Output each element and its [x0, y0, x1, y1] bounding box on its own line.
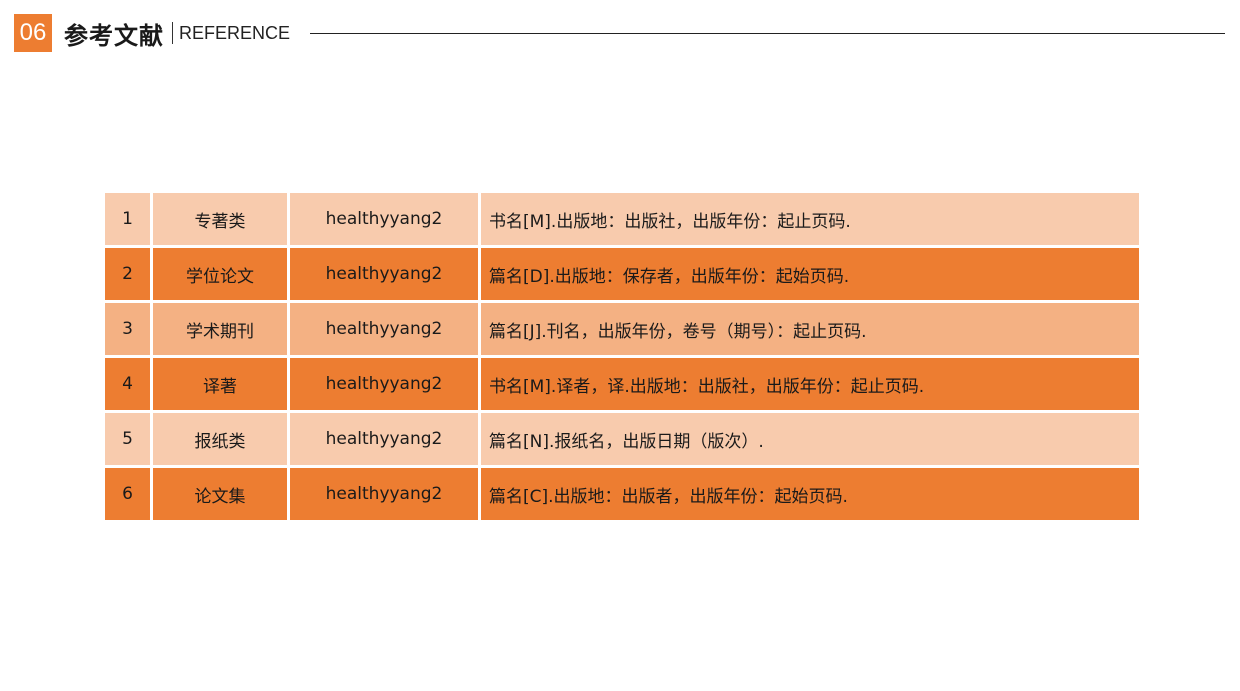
reference-format: 篇名[D].出版地：保存者，出版年份：起始页码. — [481, 248, 1139, 303]
reference-author: healthyyang2 — [290, 468, 481, 520]
section-header: 06 参考文献 REFERENCE — [14, 14, 290, 52]
reference-author: healthyyang2 — [290, 358, 481, 413]
reference-type: 报纸类 — [153, 413, 290, 468]
table-row: 2 学位论文 healthyyang2 篇名[D].出版地：保存者，出版年份：起… — [105, 248, 1139, 303]
reference-format: 篇名[J].刊名，出版年份，卷号（期号）：起止页码. — [481, 303, 1139, 358]
table-row: 3 学术期刊 healthyyang2 篇名[J].刊名，出版年份，卷号（期号）… — [105, 303, 1139, 358]
row-index: 6 — [105, 468, 153, 520]
reference-format: 篇名[C].出版地：出版者，出版年份：起始页码. — [481, 468, 1139, 520]
table-row: 5 报纸类 healthyyang2 篇名[N].报纸名，出版日期（版次）. — [105, 413, 1139, 468]
reference-format: 书名[M].译者，译.出版地：出版社，出版年份：起止页码. — [481, 358, 1139, 413]
reference-table: 1 专著类 healthyyang2 书名[M].出版地：出版社，出版年份：起止… — [105, 193, 1139, 520]
table-row: 4 译著 healthyyang2 书名[M].译者，译.出版地：出版社，出版年… — [105, 358, 1139, 413]
row-index: 4 — [105, 358, 153, 413]
section-title: 参考文献 — [64, 21, 164, 50]
header-rule — [310, 33, 1225, 34]
reference-type: 论文集 — [153, 468, 290, 520]
reference-author: healthyyang2 — [290, 303, 481, 358]
reference-format: 书名[M].出版地：出版社，出版年份：起止页码. — [481, 193, 1139, 248]
table-row: 6 论文集 healthyyang2 篇名[C].出版地：出版者，出版年份：起始… — [105, 468, 1139, 520]
row-index: 5 — [105, 413, 153, 468]
table-row: 1 专著类 healthyyang2 书名[M].出版地：出版社，出版年份：起止… — [105, 193, 1139, 248]
row-index: 2 — [105, 248, 153, 303]
reference-type: 译著 — [153, 358, 290, 413]
row-index: 3 — [105, 303, 153, 358]
reference-author: healthyyang2 — [290, 413, 481, 468]
reference-author: healthyyang2 — [290, 193, 481, 248]
reference-author: healthyyang2 — [290, 248, 481, 303]
section-subtitle: REFERENCE — [179, 22, 291, 43]
reference-format: 篇名[N].报纸名，出版日期（版次）. — [481, 413, 1139, 468]
row-index: 1 — [105, 193, 153, 248]
section-number-badge: 06 — [14, 14, 52, 52]
reference-type: 学术期刊 — [153, 303, 290, 358]
reference-type: 学位论文 — [153, 248, 290, 303]
title-divider — [172, 22, 173, 44]
reference-type: 专著类 — [153, 193, 290, 248]
